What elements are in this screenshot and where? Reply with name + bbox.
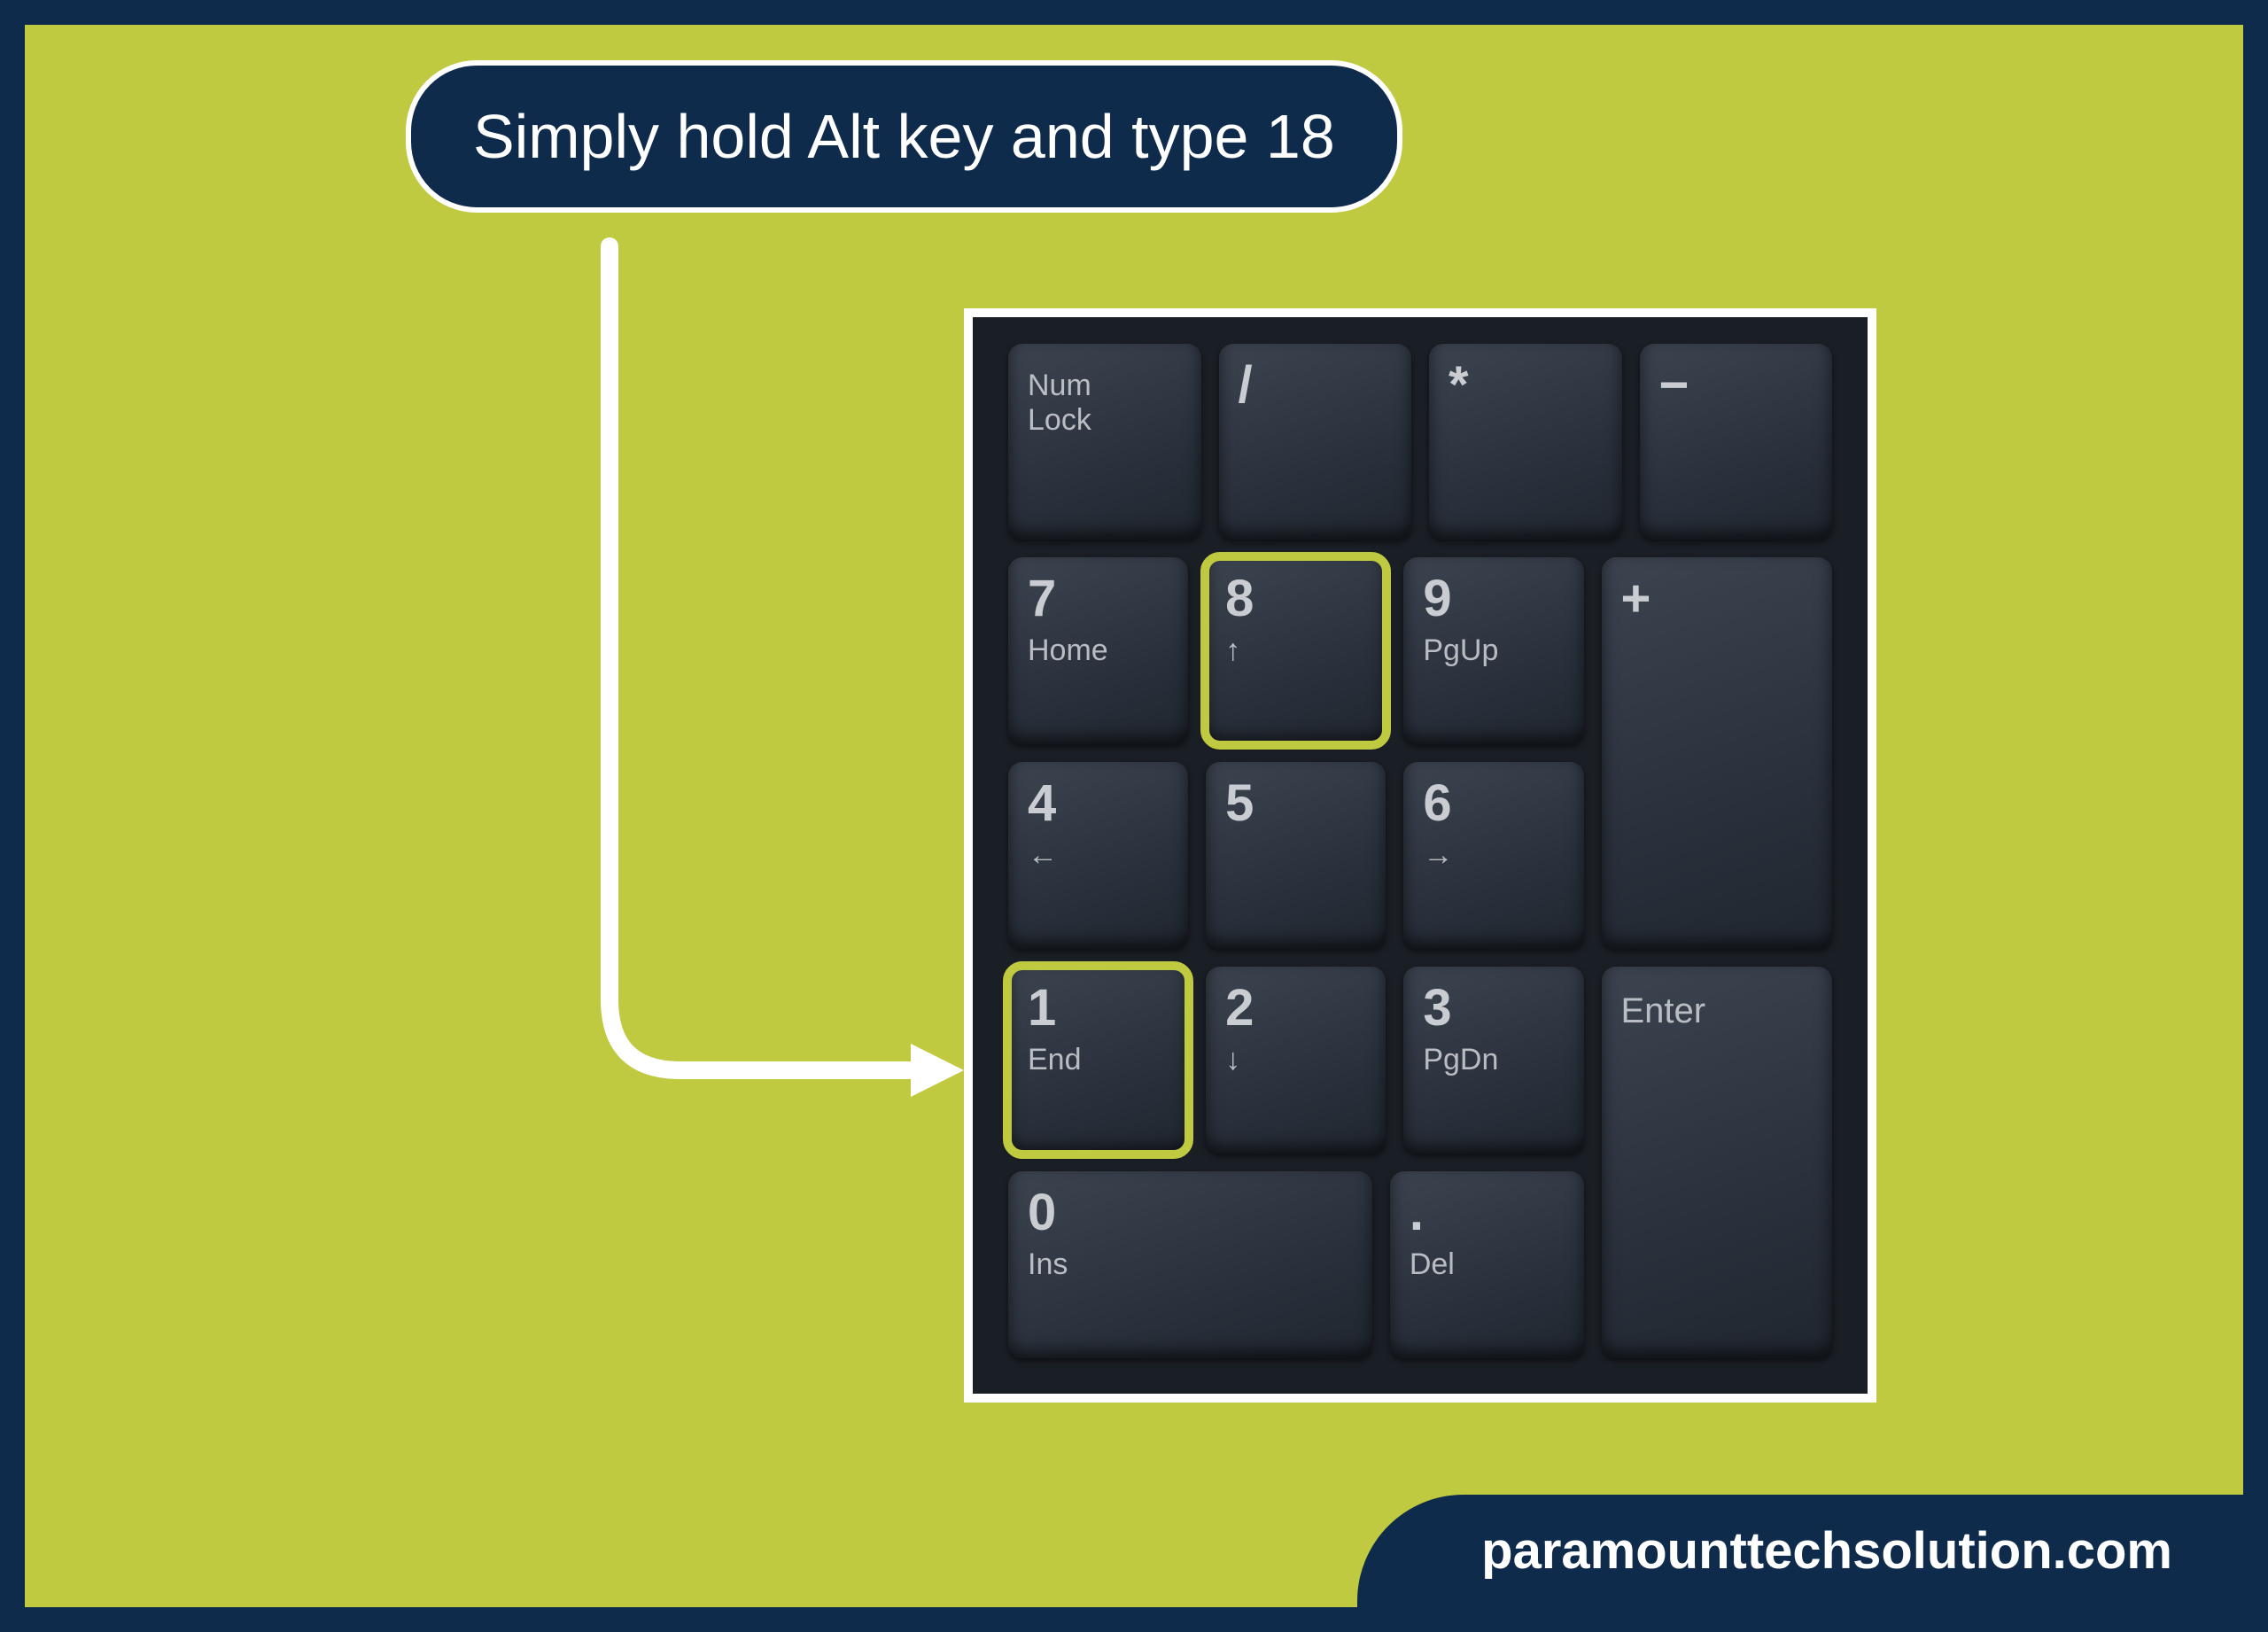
key-label: . [1410, 1187, 1565, 1239]
key-label: * [1449, 360, 1603, 411]
key-sublabel: ↓ [1225, 1043, 1366, 1077]
key-2[interactable]: 2 ↓ [1206, 967, 1386, 1154]
key-slash[interactable]: / [1219, 344, 1412, 540]
key-7[interactable]: 7 Home [1008, 557, 1188, 744]
instruction-bubble: Simply hold Alt key and type 18 [406, 60, 1402, 213]
key-label: 2 [1225, 983, 1366, 1034]
key-label: 8 [1225, 573, 1366, 625]
key-dot[interactable]: . Del [1390, 1171, 1584, 1358]
key-9[interactable]: 9 PgUp [1403, 557, 1583, 744]
key-star[interactable]: * [1429, 344, 1622, 540]
numpad-rows-3-4: 1 End 2 ↓ 3 PgDn [1008, 967, 1832, 1358]
key-sublabel: Ins [1028, 1247, 1353, 1282]
key-sublabel: PgDn [1423, 1043, 1564, 1077]
key-label: / [1239, 360, 1393, 411]
key-plus[interactable]: + [1602, 557, 1833, 949]
key-sublabel: ← [1028, 838, 1169, 873]
key-label: − [1659, 360, 1814, 411]
key-label: 5 [1225, 778, 1366, 829]
content-panel: Simply hold Alt key and type 18 Num Lock… [25, 25, 2243, 1607]
key-minus[interactable]: − [1640, 344, 1833, 540]
key-label: 4 [1028, 778, 1169, 829]
key-label: 0 [1028, 1187, 1353, 1239]
key-sublabel: → [1423, 838, 1564, 873]
key-label: + [1621, 573, 1814, 625]
key-enter[interactable]: Enter [1602, 967, 1833, 1358]
key-sublabel: PgUp [1423, 633, 1564, 668]
key-0[interactable]: 0 Ins [1008, 1171, 1372, 1358]
key-label: Num Lock [1028, 369, 1182, 438]
key-label: 7 [1028, 573, 1169, 625]
outer-frame: Simply hold Alt key and type 18 Num Lock… [0, 0, 2268, 1632]
key-5[interactable]: 5 [1206, 762, 1386, 949]
footer-text: paramounttechsolution.com [1481, 1522, 2172, 1580]
key-sublabel: Del [1410, 1247, 1565, 1282]
key-sublabel: End [1028, 1043, 1169, 1077]
numpad-row-0: Num Lock / * − [1008, 344, 1832, 540]
key-sublabel: ↑ [1225, 633, 1366, 668]
footer-tab: paramounttechsolution.com [1357, 1495, 2243, 1607]
key-4[interactable]: 4 ← [1008, 762, 1188, 949]
key-label: 9 [1423, 573, 1564, 625]
key-numlock[interactable]: Num Lock [1008, 344, 1201, 540]
key-3[interactable]: 3 PgDn [1403, 967, 1583, 1154]
key-6[interactable]: 6 → [1403, 762, 1583, 949]
numpad: Num Lock / * − 7 Home [964, 308, 1876, 1403]
key-label: 1 [1028, 983, 1169, 1034]
key-8[interactable]: 8 ↑ [1206, 557, 1386, 744]
key-label: 3 [1423, 983, 1564, 1034]
key-1[interactable]: 1 End [1008, 967, 1188, 1154]
key-sublabel: Home [1028, 633, 1169, 668]
key-label: 6 [1423, 778, 1564, 829]
key-label: Enter [1621, 991, 1814, 1031]
numpad-rows-1-2: 7 Home 8 ↑ 9 PgUp [1008, 557, 1832, 949]
instruction-text: Simply hold Alt key and type 18 [473, 102, 1335, 171]
